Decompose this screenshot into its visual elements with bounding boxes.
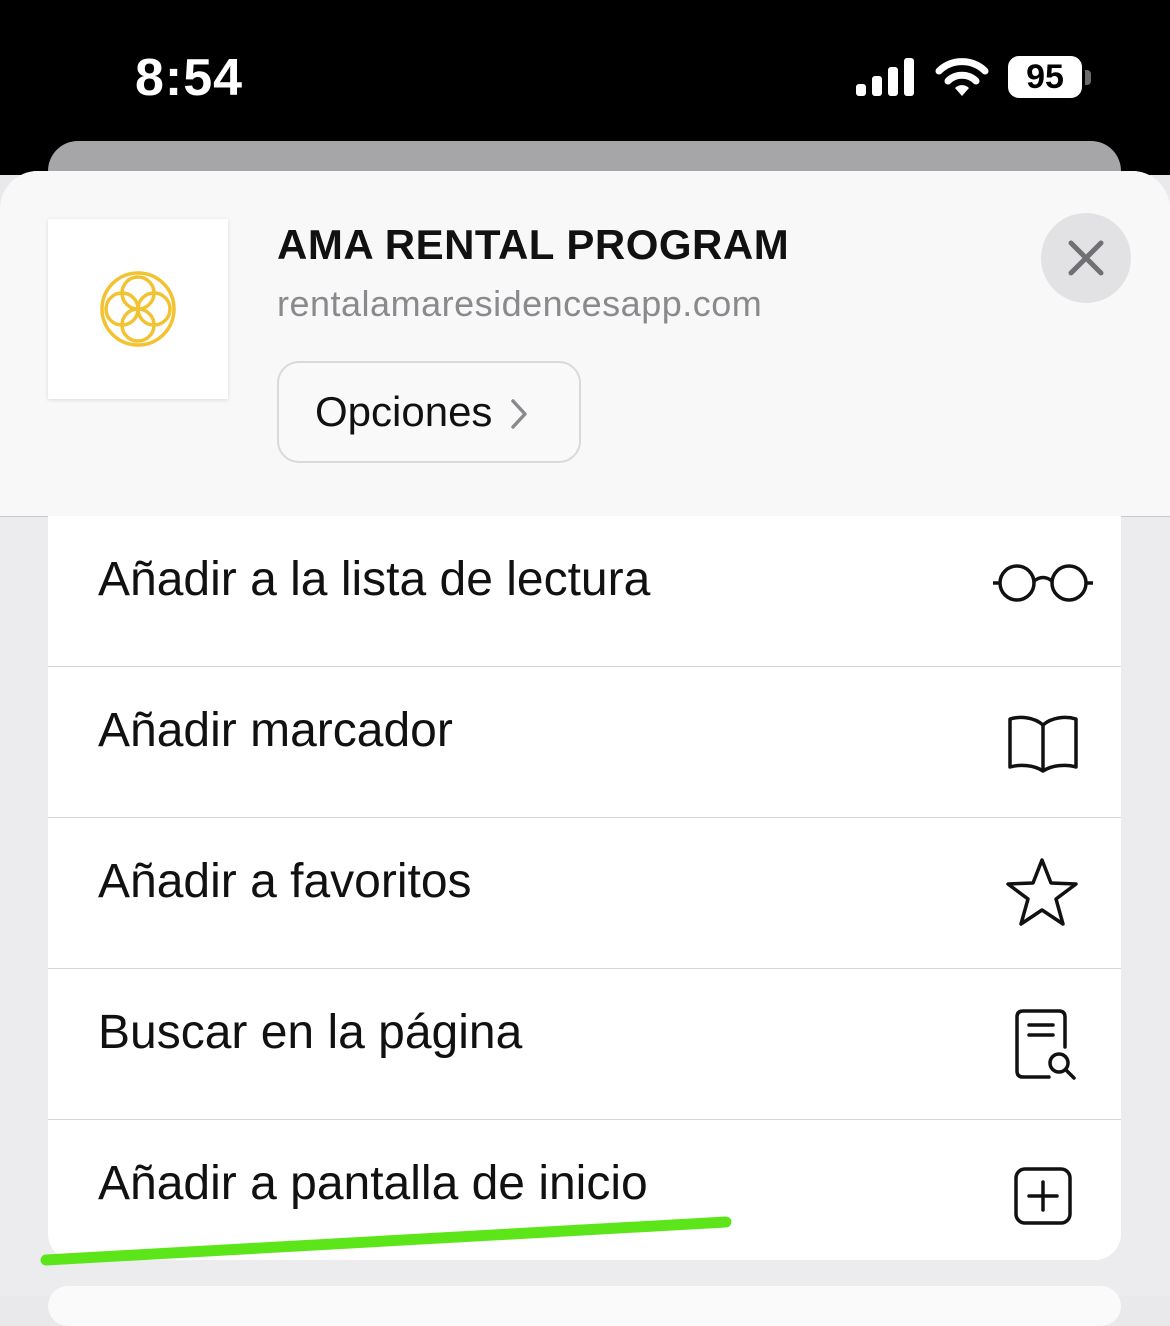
find-in-page-icon [1015,1009,1076,1080]
highlight-underline [40,1216,732,1266]
menu-item-label: Añadir a pantalla de inicio [98,1157,648,1210]
menu-item-label: Añadir marcador [98,704,453,757]
menu-item-find-in-page[interactable]: Buscar en la página [48,969,1121,1120]
options-label: Opciones [315,388,493,435]
battery-nub [1085,70,1091,85]
action-menu: Añadir a la lista de lectura Añadir marc… [48,516,1121,1260]
book-icon [1008,715,1078,773]
wifi-icon [935,58,989,96]
share-sheet: AMA RENTAL PROGRAM rentalamaresidencesap… [0,171,1170,1296]
close-button[interactable] [1041,213,1131,303]
sheet-header: AMA RENTAL PROGRAM rentalamaresidencesap… [0,171,1170,517]
site-thumbnail [48,219,228,399]
menu-item-favorites[interactable]: Añadir a favoritos [48,818,1121,969]
add-square-icon [1014,1167,1072,1225]
site-title: AMA RENTAL PROGRAM [277,221,790,268]
menu-item-reading-list[interactable]: Añadir a la lista de lectura [48,516,1121,667]
site-url: rentalamaresidencesapp.com [277,283,763,324]
cellular-signal-icon [856,58,914,96]
next-menu-group [48,1286,1121,1326]
close-icon [1068,240,1104,276]
glasses-icon [993,564,1093,602]
star-icon [1006,858,1078,926]
menu-item-label: Añadir a favoritos [98,855,472,908]
battery-icon: 95 [1008,56,1082,98]
site-logo-icon [100,271,176,347]
menu-item-label: Añadir a la lista de lectura [98,553,651,606]
menu-item-label: Buscar en la página [98,1006,523,1059]
status-time: 8:54 [135,49,244,107]
chevron-right-icon [511,399,528,429]
menu-item-bookmark[interactable]: Añadir marcador [48,667,1121,818]
options-button[interactable]: Opciones [277,361,581,463]
